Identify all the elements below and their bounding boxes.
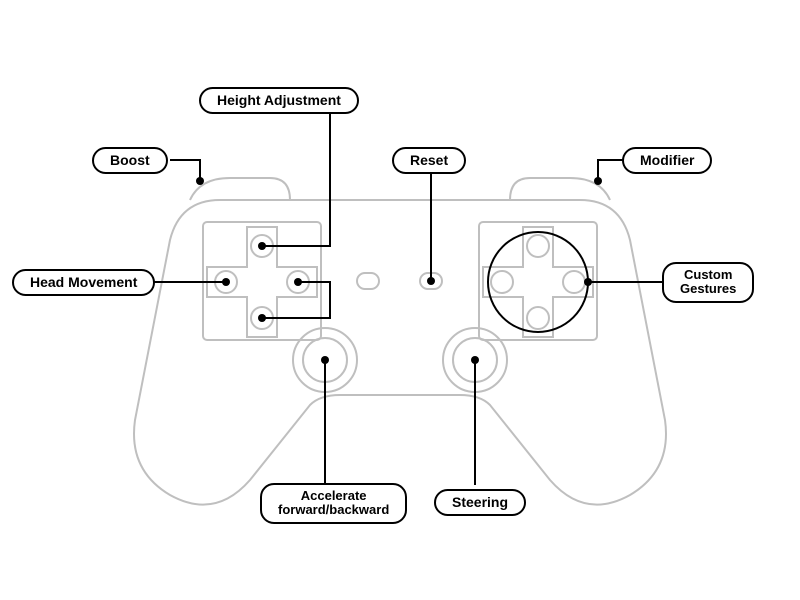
facebutton-frame xyxy=(479,222,597,340)
label-accelerate: Accelerate forward/backward xyxy=(260,483,407,524)
label-head-movement: Head Movement xyxy=(12,269,155,296)
label-steering: Steering xyxy=(434,489,526,516)
label-boost: Boost xyxy=(92,147,168,174)
label-height-adjustment: Height Adjustment xyxy=(199,87,359,114)
face-button-ring xyxy=(488,232,588,332)
controller-body xyxy=(134,200,666,505)
center-button-left xyxy=(357,273,379,289)
left-shoulder xyxy=(190,178,290,200)
label-custom-gestures: Custom Gestures xyxy=(662,262,754,303)
label-modifier: Modifier xyxy=(622,147,712,174)
facebutton-cross xyxy=(483,227,593,337)
label-reset: Reset xyxy=(392,147,466,174)
